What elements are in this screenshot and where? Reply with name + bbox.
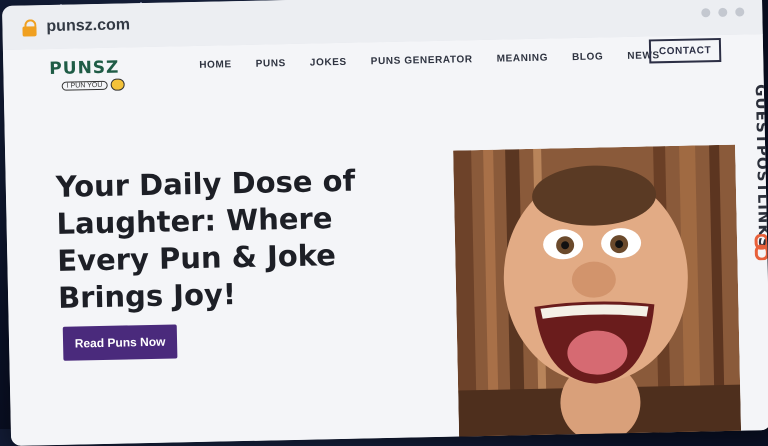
hero-image <box>453 144 742 441</box>
nav-home[interactable]: HOME <box>199 59 232 71</box>
logo-wordmark: PUNSZ <box>49 57 120 80</box>
nav-jokes[interactable]: JOKES <box>310 57 347 69</box>
window-dot-icon[interactable] <box>701 8 711 18</box>
nav-meaning[interactable]: MEANING <box>497 53 549 65</box>
hero-title: Your Daily Dose of Laughter: Where Every… <box>55 163 356 315</box>
guestpostlinks-watermark: GUESTPOSTLINKS <box>730 84 768 285</box>
chain-link-icon <box>754 233 768 261</box>
nav-puns[interactable]: PUNS <box>256 58 286 70</box>
nav-blog[interactable]: BLOG <box>572 51 604 63</box>
lock-icon <box>22 19 37 37</box>
smiley-icon <box>110 78 125 91</box>
logo-tagline-text: I PUN YOU <box>61 80 108 91</box>
window-controls <box>701 7 745 18</box>
watermark-text: GUESTPOSTLINKS <box>751 83 768 249</box>
site-logo[interactable]: PUNSZ I PUN YOU <box>49 57 125 92</box>
url-text[interactable]: punsz.com <box>46 16 130 36</box>
window-dot-icon[interactable] <box>735 7 745 17</box>
window-dot-icon[interactable] <box>718 7 728 17</box>
logo-tagline: I PUN YOU <box>61 78 125 91</box>
web-page: PUNSZ I PUN YOU HOME PUNS JOKES PUNS GEN… <box>2 34 768 446</box>
nav-puns-generator[interactable]: PUNS GENERATOR <box>371 54 473 67</box>
browser-window: punsz.com PUNSZ I PUN YOU HOME PUNS JOKE… <box>2 0 768 446</box>
read-puns-button[interactable]: Read Puns Now <box>62 324 178 361</box>
main-navigation: HOME PUNS JOKES PUNS GENERATOR MEANING B… <box>199 50 684 71</box>
contact-button[interactable]: CONTACT <box>648 37 722 64</box>
